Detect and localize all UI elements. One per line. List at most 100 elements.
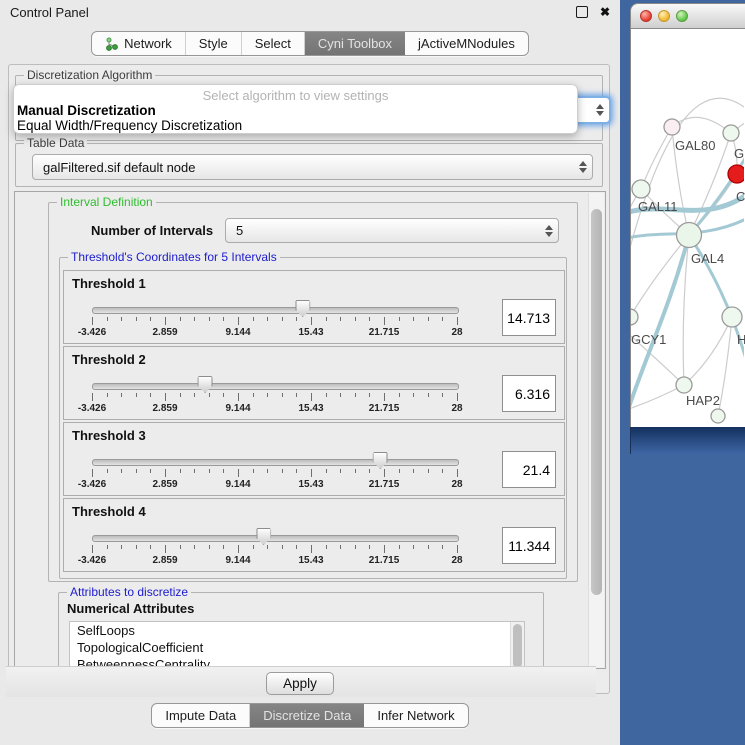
attribute-item[interactable]: TopologicalCoefficient [70,639,524,656]
slider-track[interactable] [92,307,459,314]
network-window-titlebar[interactable] [630,3,745,29]
tick-label: 21.715 [369,327,400,338]
tab-label: Cyni Toolbox [318,36,392,51]
threshold-value-field[interactable]: 14.713 [502,299,556,336]
tab-label: Style [199,36,228,51]
cyni-toolbox-panel: Discretization Algorithm Table Data galF… [8,64,610,694]
tab-label: Network [124,36,172,51]
slider-handle[interactable] [198,376,213,393]
thresholds-group: Threshold's Coordinates for 5 Intervals … [59,257,567,579]
node-label: GAL11 [638,199,678,214]
group-title: Threshold's Coordinates for 5 Intervals [68,250,280,264]
panel-title: Control Panel [10,5,89,20]
node-label: H [737,332,745,347]
table-data-combobox[interactable]: galFiltered.sif default node [32,154,593,180]
tick-label: -3.426 [78,403,106,414]
tab-infer-network[interactable]: Infer Network [364,704,467,727]
tab-cyni-toolbox[interactable]: Cyni Toolbox [305,32,405,55]
combo-arrows-icon [540,225,558,237]
tick-label: 21.715 [369,403,400,414]
number-of-intervals-value: 5 [226,223,540,238]
dropdown-hint-option[interactable]: Select algorithm to view settings [14,88,577,103]
settings-scrollbar[interactable] [588,193,604,667]
threshold-1-row: Threshold 1 -3.4262.8599.14415.4321.7152… [63,270,565,344]
number-of-intervals-label: Number of Intervals [91,223,213,238]
apply-button[interactable]: Apply [266,672,334,695]
slider-handle[interactable] [295,300,310,317]
slider-track[interactable] [92,459,459,466]
slider-handle[interactable] [373,452,388,469]
tick-label: 9.144 [225,479,250,490]
list-scrollbar[interactable] [510,622,524,669]
tab-network[interactable]: Network [92,32,186,55]
tick-label: 2.859 [152,555,177,566]
slider-tick-labels: -3.4262.8599.14415.4321.71528 [92,555,457,567]
tab-impute-data[interactable]: Impute Data [152,704,250,727]
slider-tick-labels: -3.4262.8599.14415.4321.71528 [92,327,457,339]
tab-discretize-data[interactable]: Discretize Data [250,704,364,727]
node-label: GCY1 [631,332,666,347]
slider-handle[interactable] [256,528,271,545]
close-traffic-light-icon[interactable] [640,10,652,22]
slider-track[interactable] [92,535,459,542]
number-of-intervals-combobox[interactable]: 5 [225,218,559,243]
tick-label: -3.426 [78,327,106,338]
tick-label: 9.144 [225,403,250,414]
tick-label: 15.43 [298,403,323,414]
tab-label: Infer Network [377,708,454,723]
dropdown-option-equal-width-frequency[interactable]: Equal Width/Frequency Discretization [14,118,577,133]
tick-label: 28 [451,403,462,414]
tab-style[interactable]: Style [186,32,242,55]
attribute-item[interactable]: SelfLoops [70,622,524,639]
node-label: GAL80 [675,138,715,153]
threshold-slider[interactable]: -3.4262.8599.14415.4321.71528 [92,347,457,421]
table-data-combobox-value: galFiltered.sif default node [33,160,574,175]
group-title: Interval Definition [57,195,156,209]
interval-definition-group: Interval Definition Number of Intervals … [48,202,578,582]
numerical-attributes-list[interactable]: SelfLoopsTopologicalCoefficientBetweenne… [69,621,525,669]
table-data-group: Table Data galFiltered.sif default node [15,143,603,187]
dropdown-option-manual-discretization[interactable]: Manual Discretization [14,103,577,118]
tick-label: 15.43 [298,327,323,338]
group-title: Discretization Algorithm [24,68,155,82]
settings-scroll-area: Interval Definition Number of Intervals … [14,191,606,669]
tick-label: 2.859 [152,403,177,414]
threshold-value-field[interactable]: 21.4 [502,451,556,488]
tab-label: jActiveMNodules [418,36,515,51]
attributes-group: Attributes to discretize Numerical Attri… [58,592,544,669]
tab-label: Impute Data [165,708,236,723]
threshold-2-row: Threshold 2 -3.4262.8599.14415.4321.7152… [63,346,565,420]
cytoscape-desktop: GAL80GCGAL11GAL4GCY1HHAP2 Table Panel ⚙ … [620,0,745,745]
threshold-value-field[interactable]: 6.316 [502,375,556,412]
tick-label: 21.715 [369,555,400,566]
scrollbar-thumb[interactable] [591,209,602,595]
network-window[interactable]: GAL80GCGAL11GAL4GCY1HHAP2 [630,3,745,455]
network-window-bottom-frame [630,427,745,454]
tick-label: 28 [451,327,462,338]
tab-label: Discretize Data [263,708,351,723]
slider-track[interactable] [92,383,459,390]
slider-ticks [92,469,457,478]
close-icon[interactable]: ✖ [600,6,610,18]
node-label: G [734,146,744,161]
slider-ticks [92,545,457,554]
slider-tick-labels: -3.4262.8599.14415.4321.71528 [92,403,457,415]
tick-label: 21.715 [369,479,400,490]
group-title: Table Data [24,136,87,150]
tick-label: 9.144 [225,327,250,338]
threshold-value-field[interactable]: 11.344 [502,527,556,564]
threshold-4-row: Threshold 4 -3.4262.8599.14415.4321.7152… [63,498,565,572]
network-graph [631,29,744,427]
threshold-slider[interactable]: -3.4262.8599.14415.4321.71528 [92,271,457,345]
threshold-slider[interactable]: -3.4262.8599.14415.4321.71528 [92,499,457,573]
tab-jactivemnodules[interactable]: jActiveMNodules [405,32,528,55]
minimize-traffic-light-icon[interactable] [658,10,670,22]
zoom-traffic-light-icon[interactable] [676,10,688,22]
threshold-3-row: Threshold 3 -3.4262.8599.14415.4321.7152… [63,422,565,496]
network-icon [105,37,119,51]
tab-select[interactable]: Select [242,32,305,55]
threshold-slider[interactable]: -3.4262.8599.14415.4321.71528 [92,423,457,497]
float-window-icon[interactable] [576,6,588,18]
network-view-canvas[interactable]: GAL80GCGAL11GAL4GCY1HHAP2 [630,29,745,427]
tick-label: 28 [451,555,462,566]
